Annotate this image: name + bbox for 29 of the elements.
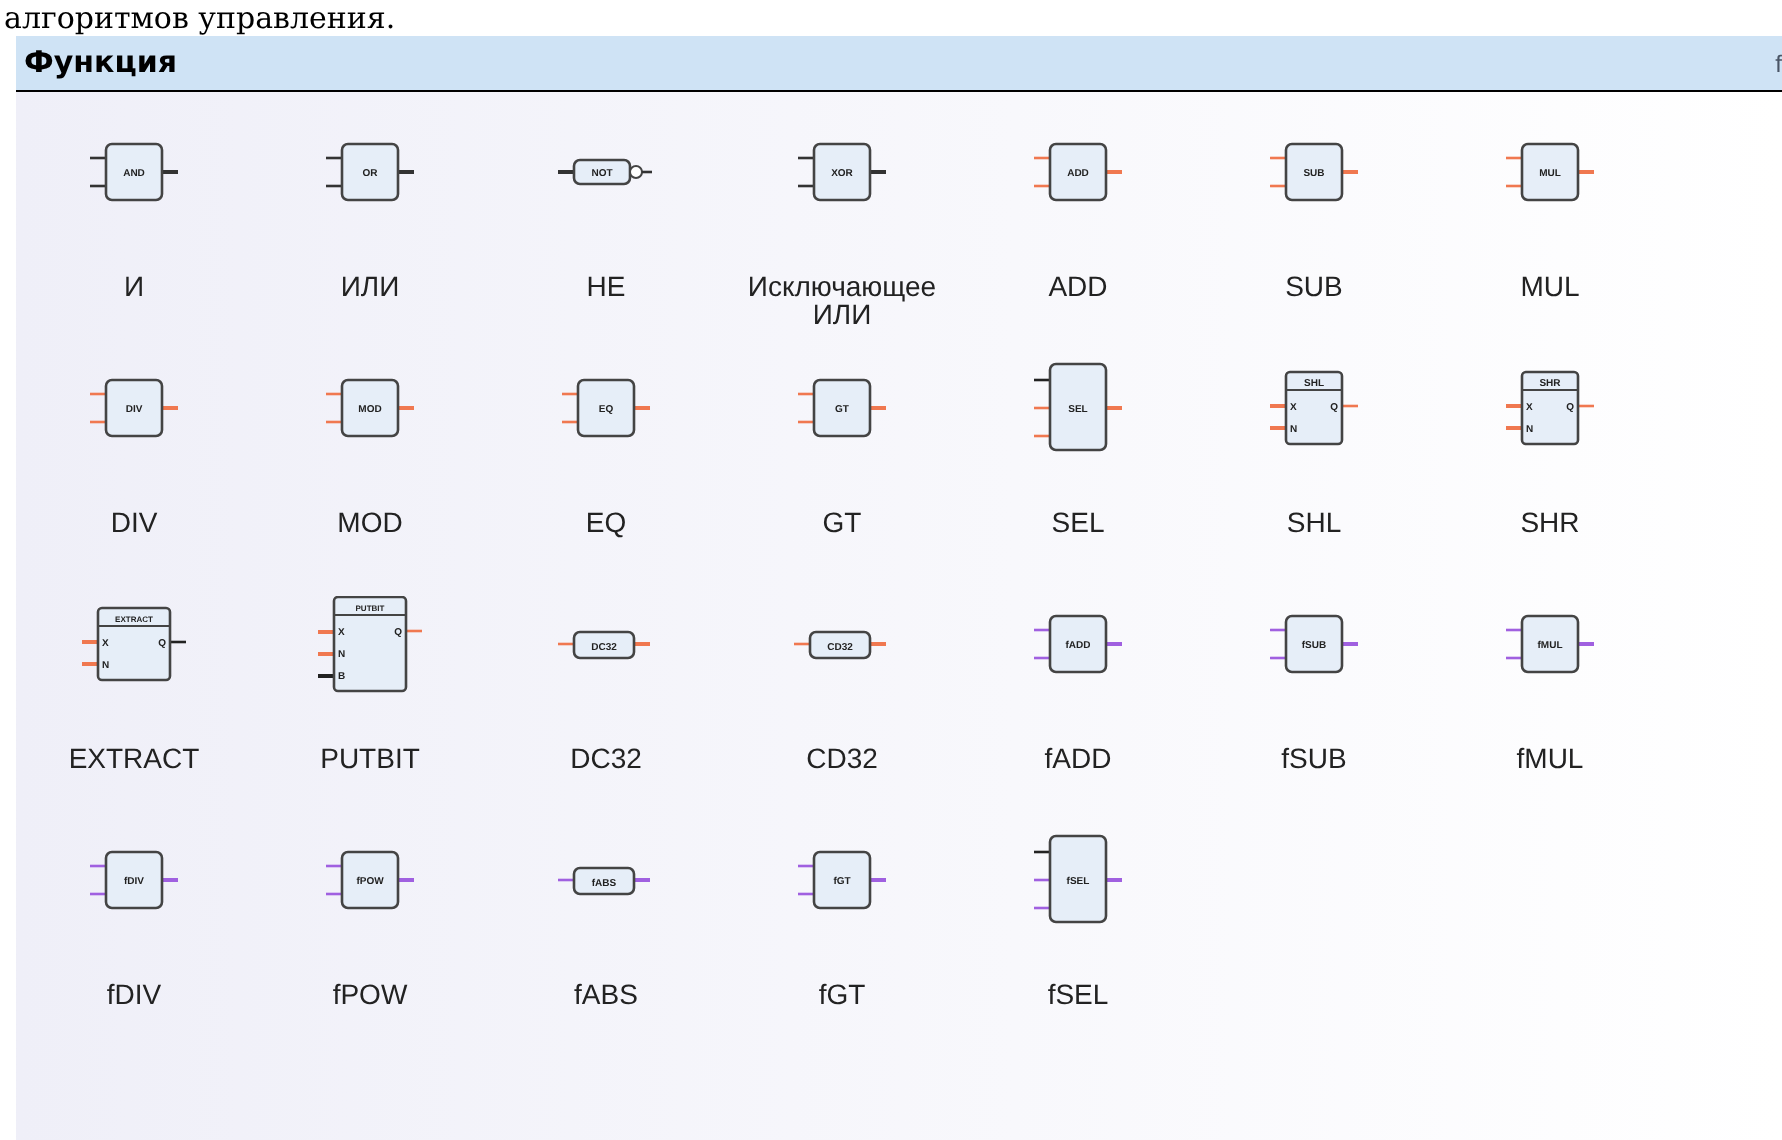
function-name: SUB: [1283, 272, 1345, 300]
function-name: SHR: [1518, 508, 1582, 536]
function-name: SEL: [1049, 508, 1107, 536]
function-name: НЕ: [584, 272, 628, 300]
function-name: EXTRACT: [66, 744, 202, 772]
panel-title: Функция: [24, 42, 177, 85]
function-name: MOD: [335, 508, 405, 536]
function-name: EQ: [583, 508, 629, 536]
body-text: алгоритмов управления.: [2, 0, 398, 36]
function-name: fPOW: [330, 980, 410, 1008]
function-name: DC32: [568, 744, 644, 772]
function-name: CD32: [804, 744, 880, 772]
function-name: fADD: [1042, 744, 1114, 772]
function-name: fDIV: [104, 980, 164, 1008]
function-name: fSEL: [1045, 980, 1111, 1008]
function-name: fSUB: [1279, 744, 1349, 772]
function-name: GT: [820, 508, 864, 536]
function-name: Исключающее ИЛИ: [745, 272, 939, 328]
function-name: SHL: [1284, 508, 1344, 536]
function-name: ADD: [1046, 272, 1110, 300]
function-name: И: [121, 272, 147, 300]
function-name: PUTBIT: [318, 744, 422, 772]
function-name: fABS: [572, 980, 640, 1008]
function-name: MUL: [1518, 272, 1582, 300]
function-name: fMUL: [1514, 744, 1586, 772]
formula-icon-text: f: [1775, 47, 1782, 81]
function-name: fGT: [816, 980, 868, 1008]
function-name: DIV: [108, 508, 160, 536]
function-name: ИЛИ: [338, 272, 402, 300]
